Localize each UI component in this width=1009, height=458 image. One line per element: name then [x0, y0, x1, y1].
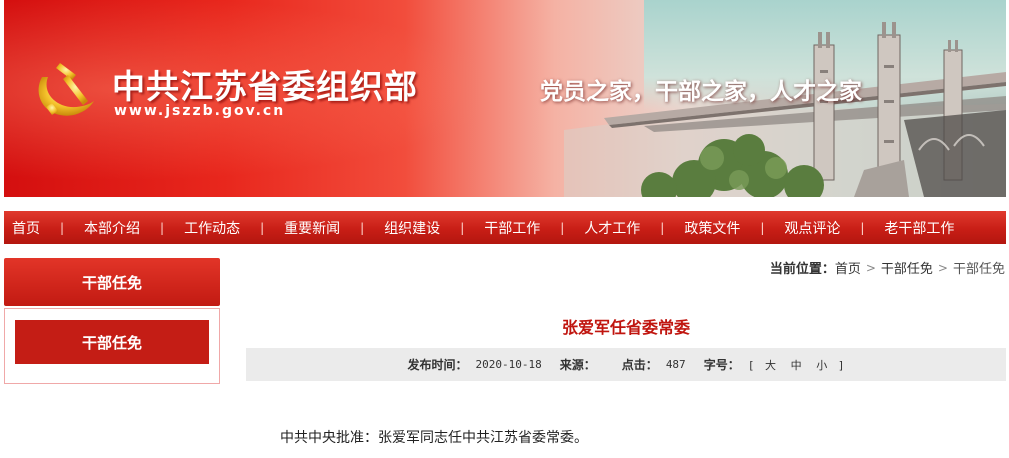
font-size-bracket-close: ] — [837, 358, 845, 372]
nav-separator: | — [460, 220, 465, 235]
header-banner: 中共江苏省委组织部 www.jszzb.gov.cn 党员之家，干部之家，人才之… — [4, 0, 1006, 197]
nav-item-label[interactable]: 观点评论 — [784, 218, 840, 238]
nav-separator: | — [160, 220, 165, 235]
nav-separator: | — [660, 220, 665, 235]
nav-separator: | — [360, 220, 365, 235]
nav-item-label[interactable]: 重要新闻 — [284, 218, 340, 238]
sidebar-item-cadre-appointment[interactable]: 干部任免 — [15, 320, 209, 364]
sidebar-menu: 干部任免 — [4, 308, 220, 384]
chevron-right-icon: > — [865, 260, 876, 275]
article-title: 张爱军任省委常委 — [561, 318, 690, 337]
site-url[interactable]: www.jszzb.gov.cn — [114, 103, 285, 119]
font-size-small-button[interactable]: 小 — [816, 359, 827, 372]
nav-item[interactable]: 老干部工作 — [884, 218, 954, 238]
font-size-label: 字号： — [703, 358, 740, 372]
font-size-bracket-open: [ — [747, 358, 755, 372]
article-body: 中共中央批准：张爱军同志任中共江苏省委常委。 — [280, 430, 588, 446]
sidebar-heading: 干部任免 — [4, 258, 220, 306]
nav-separator: | — [260, 220, 265, 235]
breadcrumb-link-category[interactable]: 干部任免 — [881, 258, 933, 277]
breadcrumb-link-home[interactable]: 首页 — [835, 258, 861, 277]
nav-item[interactable]: 观点评论 | — [784, 218, 884, 238]
nav-item[interactable]: 工作动态 | — [184, 218, 284, 238]
nav-item[interactable]: 政策文件 | — [684, 218, 784, 238]
nav-item[interactable]: 人才工作 | — [584, 218, 684, 238]
nav-item[interactable]: 组织建设 | — [384, 218, 484, 238]
clicks-label: 点击： — [621, 358, 658, 372]
font-size-medium-button[interactable]: 中 — [791, 359, 802, 372]
nav-separator: | — [760, 220, 765, 235]
article-meta-bar: 发布时间： 2020-10-18 来源： 点击： 487 字号： [ 大 中 小… — [246, 348, 1006, 381]
font-size-control: [ 大 中 小 ] — [748, 357, 845, 373]
nav-item-label[interactable]: 政策文件 — [684, 218, 740, 238]
nav-separator: | — [560, 220, 565, 235]
breadcrumb-current: 干部任免 — [952, 262, 1005, 277]
font-size-large-button[interactable]: 大 — [765, 359, 776, 372]
nav-separator: | — [860, 220, 865, 235]
slogan: 党员之家，干部之家，人才之家 — [540, 79, 862, 105]
nav-item-label[interactable]: 老干部工作 — [884, 218, 954, 238]
publish-time-value: 2020-10-18 — [475, 358, 542, 371]
breadcrumb-label: 当前位置： — [769, 262, 835, 277]
chevron-right-icon: > — [937, 260, 948, 275]
nav-item-label[interactable]: 工作动态 — [184, 218, 240, 238]
nav-item-label[interactable]: 干部工作 — [484, 218, 540, 238]
clicks-value: 487 — [665, 358, 686, 371]
nav-item-label[interactable]: 首页 — [12, 218, 40, 238]
site-title[interactable]: 中共江苏省委组织部 — [112, 60, 418, 108]
nav-item[interactable]: 重要新闻 | — [284, 218, 384, 238]
nav-item-label[interactable]: 组织建设 — [384, 218, 440, 238]
publish-time-label: 发布时间： — [407, 358, 468, 372]
nav-item-label[interactable]: 本部介绍 — [84, 218, 140, 238]
breadcrumb: 当前位置： 首页 > 干部任免 > 干部任免 — [769, 258, 1005, 278]
nav-item-label[interactable]: 人才工作 — [584, 218, 640, 238]
nav-item[interactable]: 本部介绍 | — [84, 218, 184, 238]
nav-separator: | — [60, 220, 65, 235]
party-emblem-icon — [38, 63, 94, 116]
nav-item[interactable]: 干部工作 | — [484, 218, 584, 238]
nav-item[interactable]: 首页 | — [12, 218, 84, 238]
source-label: 来源： — [559, 358, 596, 372]
main-nav: 首页 | 本部介绍 | 工作动态 | 重要新闻 | 组织建设 | 干部工作 | 人才工作 | 政策文件 | 观点… — [4, 211, 1006, 244]
